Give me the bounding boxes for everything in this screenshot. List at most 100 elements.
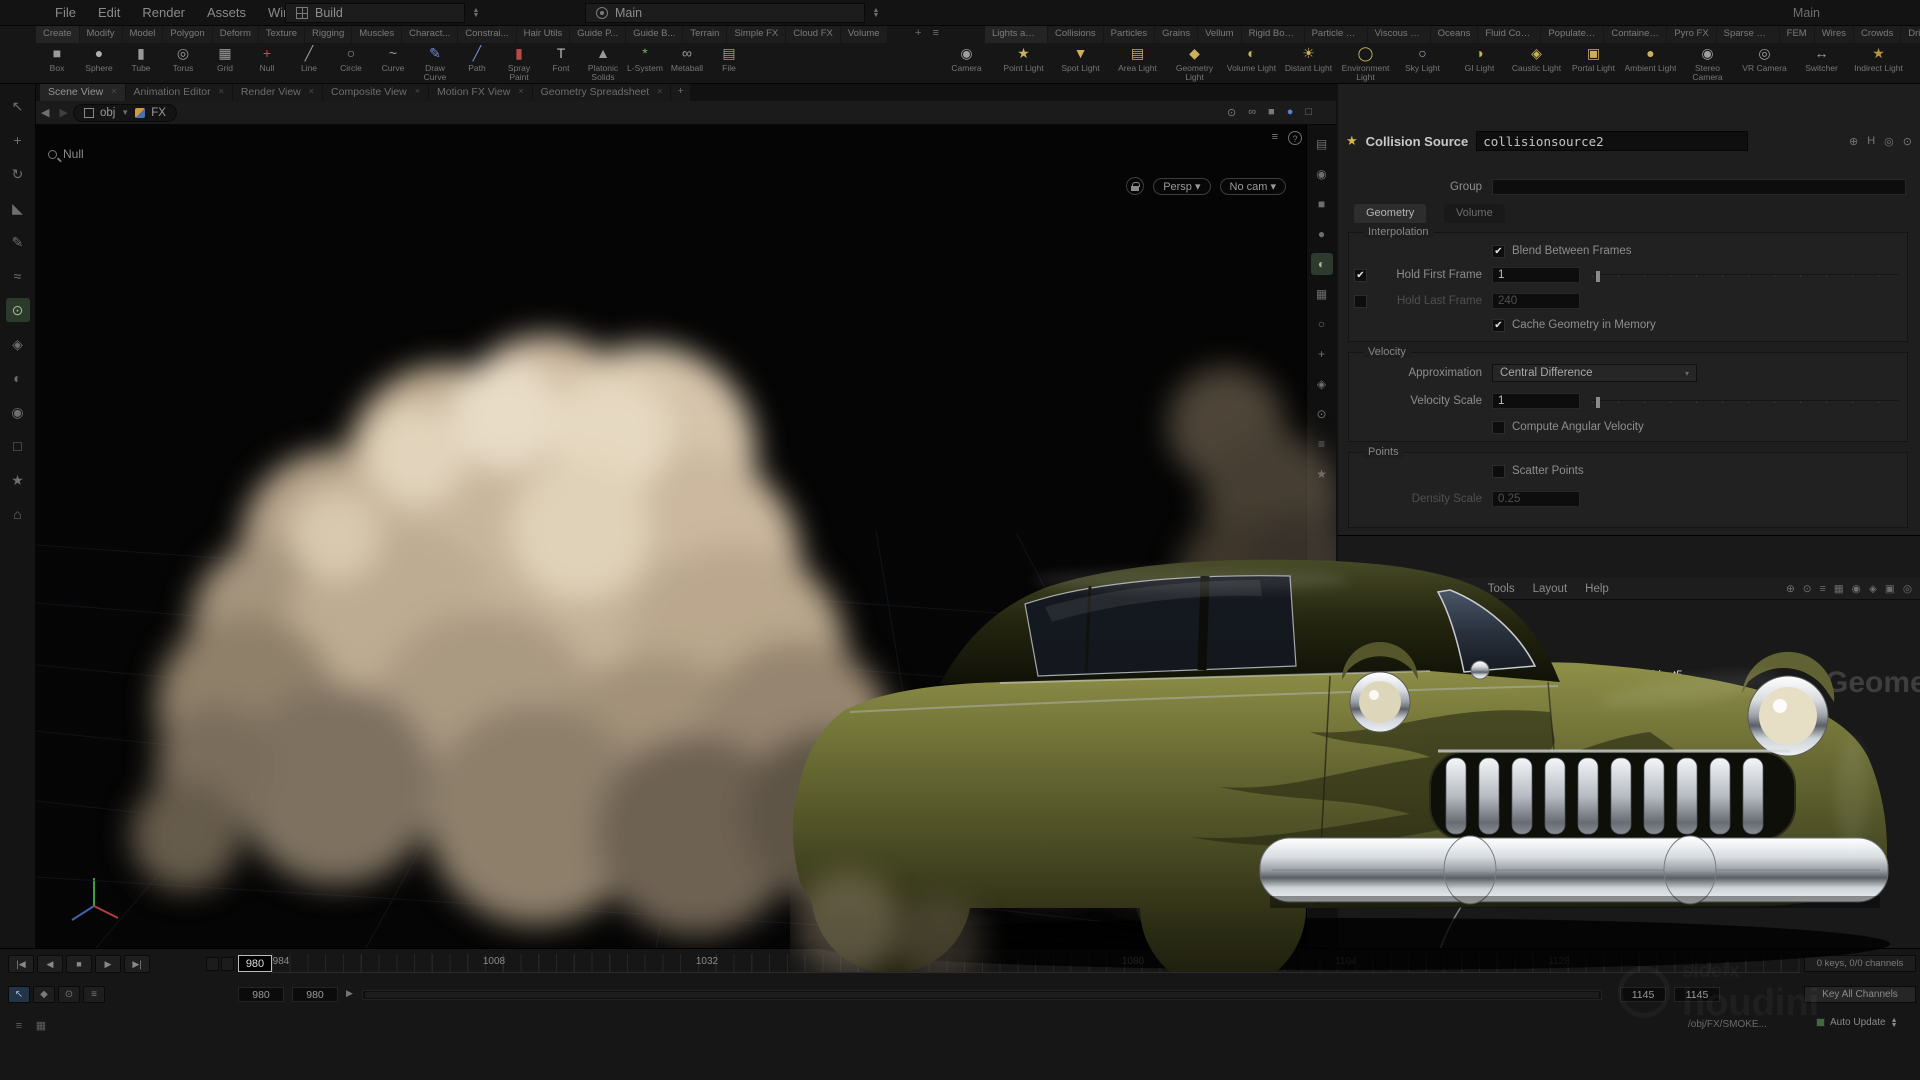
tool-box[interactable]: ■Box <box>36 44 78 84</box>
tab-render-view[interactable]: Render View× <box>233 84 322 101</box>
follow-selection-button[interactable]: ↖ <box>8 986 30 1003</box>
color-palette-icon[interactable]: ◈ <box>1869 583 1877 595</box>
help-book-icon[interactable]: H <box>1867 135 1875 148</box>
tab-motion-fx-view[interactable]: Motion FX View× <box>429 84 532 101</box>
tool-draw-curve[interactable]: ✎Draw Curve <box>414 44 456 84</box>
frame-icon[interactable]: □ <box>1305 106 1312 119</box>
tool-area-light[interactable]: ▤Area Light <box>1109 44 1166 84</box>
loop-mode-button[interactable]: ⊙ <box>58 986 80 1003</box>
netmenu-edit[interactable]: Edit <box>1365 583 1403 595</box>
prev-keyframe-button[interactable] <box>206 957 219 971</box>
node-generic[interactable] <box>1636 724 1676 735</box>
timeline-ruler[interactable]: 984100810321056108011041128 <box>272 954 1800 973</box>
tool-platonic-solids[interactable]: ▲Platonic Solids <box>582 44 624 84</box>
transport-0[interactable]: |◀ <box>8 955 34 973</box>
tool-tube[interactable]: ▮Tube <box>120 44 162 84</box>
shelf-tab-terrain[interactable]: Terrain <box>683 26 726 43</box>
tool-metaball[interactable]: ∞Metaball <box>666 44 708 84</box>
shelf-tab-grains[interactable]: Grains <box>1155 26 1197 43</box>
transport-2[interactable]: ■ <box>66 955 92 973</box>
range-start-field[interactable]: 980 <box>238 987 284 1002</box>
range-start2-field[interactable]: 980 <box>292 987 338 1002</box>
scheme-spinner[interactable]: ▲▼ <box>868 3 884 23</box>
path-node[interactable]: FX <box>151 107 166 119</box>
keys-info-button[interactable]: 0 keys, 0/0 channels <box>1804 955 1916 972</box>
link-icon[interactable]: ∞ <box>1248 106 1256 119</box>
home-tool[interactable]: ⌂ <box>6 502 30 526</box>
paint-tool[interactable]: ◈ <box>6 332 30 356</box>
gear-icon[interactable]: ⊕ <box>1849 135 1858 148</box>
hold-first-frame-field[interactable]: 1 <box>1492 267 1580 283</box>
pin-icon[interactable]: ⊙ <box>1803 583 1812 595</box>
menu-file[interactable]: File <box>44 5 87 20</box>
shelf-tab-drive-sim[interactable]: Drive Sim... <box>1901 26 1920 43</box>
sculpt-tool[interactable]: ◐ <box>6 366 30 390</box>
shelf-tab-constrai[interactable]: Constrai... <box>458 26 515 43</box>
shelf-tab-container[interactable]: Container... <box>1604 26 1666 43</box>
tool-path[interactable]: ╱Path <box>456 44 498 84</box>
smooth-tool[interactable]: ≈ <box>6 264 30 288</box>
close-icon[interactable]: × <box>518 86 523 101</box>
close-icon[interactable]: × <box>309 86 314 101</box>
desktop-spinner[interactable]: ▲▼ <box>468 3 484 23</box>
tool-curve[interactable]: ~Curve <box>372 44 414 84</box>
tab-add[interactable]: + <box>671 84 689 101</box>
tool-vr-camera[interactable]: ◎VR Camera <box>1736 44 1793 84</box>
select-tool[interactable]: ↖ <box>6 94 30 118</box>
path-context[interactable]: obj <box>100 107 115 119</box>
tool-circle[interactable]: ○Circle <box>330 44 372 84</box>
shelf-tab-crowds[interactable]: Crowds <box>1854 26 1900 43</box>
tool-gi-light[interactable]: ◑GI Light <box>1451 44 1508 84</box>
light-tool[interactable]: ★ <box>6 468 30 492</box>
shelf-tab-volume[interactable]: Volume <box>841 26 887 43</box>
shelf-tab-oceans[interactable]: Oceans <box>1431 26 1478 43</box>
gear-icon[interactable]: ◎ <box>1903 583 1912 595</box>
shelf-tab-hair-utils[interactable]: Hair Utils <box>517 26 570 43</box>
netmenu-layout[interactable]: Layout <box>1524 583 1577 595</box>
transport-1[interactable]: ◀ <box>37 955 63 973</box>
tab-scene-view[interactable]: Scene View× <box>40 84 125 101</box>
blend-between-frames-checkbox[interactable]: ✔ <box>1492 245 1505 258</box>
tool-spot-light[interactable]: ▼Spot Light <box>1052 44 1109 84</box>
compute-angular-checkbox[interactable] <box>1492 421 1505 434</box>
snap-tool[interactable]: ⊙ <box>6 298 30 322</box>
tool-font[interactable]: TFont <box>540 44 582 84</box>
group-field[interactable] <box>1492 179 1906 195</box>
overlay-icon[interactable]: ▣ <box>1885 583 1895 595</box>
shelf-tab-rigging[interactable]: Rigging <box>305 26 351 43</box>
tool-point-light[interactable]: ★Point Light <box>995 44 1052 84</box>
tool-volume-light[interactable]: ◐Volume Light <box>1223 44 1280 84</box>
shelf-tab-fem[interactable]: FEM <box>1780 26 1814 43</box>
range-end-field[interactable]: 1145 <box>1620 987 1666 1002</box>
transport-4[interactable]: ▶| <box>124 955 150 973</box>
tool-sky-light[interactable]: ○Sky Light <box>1394 44 1451 84</box>
shelf-tab-cloud-fx[interactable]: Cloud FX <box>786 26 840 43</box>
auto-update-selector[interactable]: Auto Update ▲▼ <box>1816 1017 1898 1028</box>
scheme-selector[interactable]: Main <box>585 3 865 23</box>
tool-spray-paint[interactable]: ▮Spray Paint <box>498 44 540 84</box>
view-tool[interactable]: ◉ <box>6 400 30 424</box>
netmenu-tools[interactable]: Tools <box>1479 583 1524 595</box>
close-icon[interactable]: × <box>657 86 662 101</box>
netmenu-help[interactable]: Help <box>1576 583 1618 595</box>
shelf-tab-collisions[interactable]: Collisions <box>1048 26 1103 43</box>
shelf-tab-rigid-bodies[interactable]: Rigid Bodies <box>1242 26 1304 43</box>
shelf-tab-particles[interactable]: Particles <box>1104 26 1154 43</box>
menu-assets[interactable]: Assets <box>196 5 257 20</box>
current-frame-field[interactable]: 980 <box>238 955 272 972</box>
tab-geometry[interactable]: Geometry <box>1354 204 1426 223</box>
tool-grid[interactable]: ▦Grid <box>204 44 246 84</box>
scale-tool[interactable]: ◣ <box>6 196 30 220</box>
shelf-tab-polygon[interactable]: Polygon <box>163 26 211 43</box>
shelf-tab-wires[interactable]: Wires <box>1815 26 1853 43</box>
chevron-down-icon[interactable]: ▼ <box>121 108 129 117</box>
next-keyframe-button[interactable] <box>221 957 234 971</box>
approximation-dropdown[interactable]: Central Difference▾ <box>1492 364 1697 382</box>
shelf-tab-guide-p[interactable]: Guide P... <box>570 26 625 43</box>
tab-animation-editor[interactable]: Animation Editor× <box>126 84 232 101</box>
list-icon[interactable]: ≡ <box>1820 583 1826 595</box>
scene-path-field[interactable]: obj ▼ FX <box>73 104 177 122</box>
tool-sphere[interactable]: ●Sphere <box>78 44 120 84</box>
tool-indirect-light[interactable]: ★Indirect Light <box>1850 44 1907 84</box>
isolate-tool[interactable]: □ <box>6 434 30 458</box>
